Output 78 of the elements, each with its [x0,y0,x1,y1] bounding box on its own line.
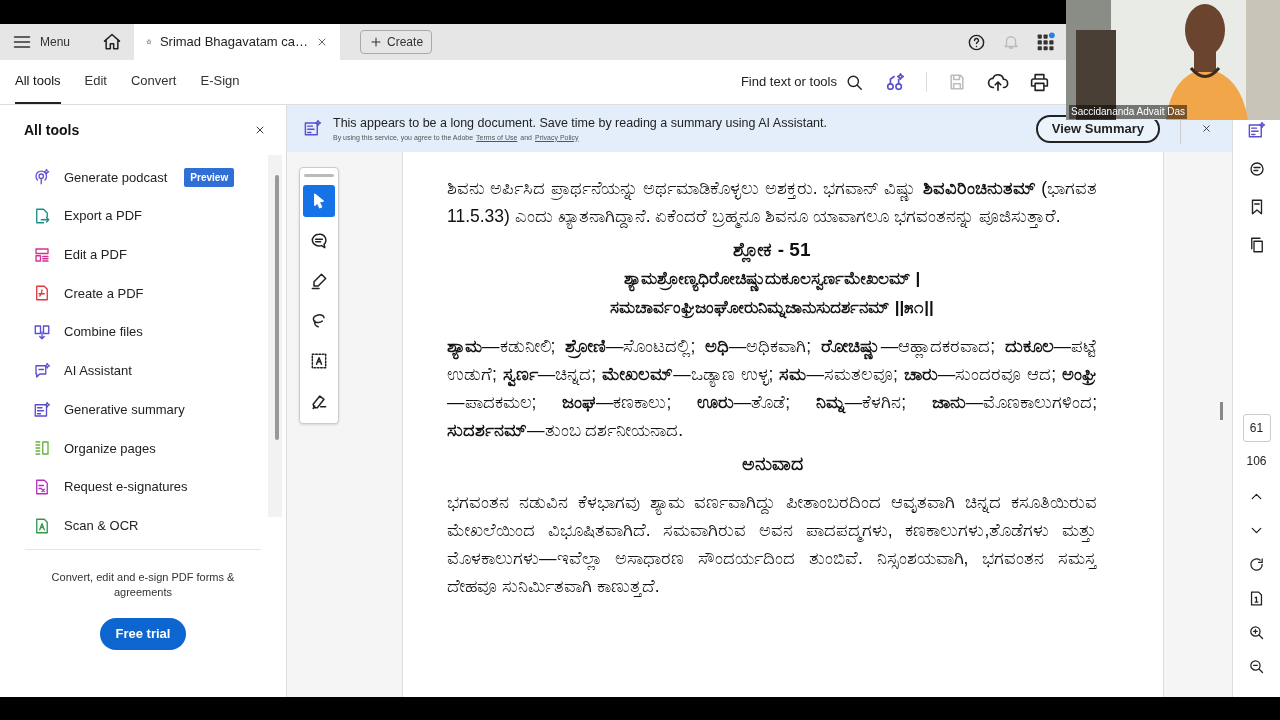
tool-item[interactable]: Generative summary [33,390,253,429]
tool-item[interactable]: Combine files [33,312,253,352]
signature-document-icon [33,477,51,496]
combine-icon [33,323,51,342]
page-number-field[interactable]: 61 [1242,414,1271,442]
tool-item[interactable]: Export a PDF [33,196,253,236]
home-icon [102,32,123,52]
verse-line: ಸಮಚಾರ್ವಂಘ್ರಿಜಂಘೋರುನಿಮ್ನಜಾನುಸುದರ್ಶನಮ್ ||೫೧|| [609,297,935,321]
toolbar-tab[interactable]: E-Sign [200,64,240,104]
tool-item[interactable]: Create a PDF [33,274,253,313]
rotate-icon [1248,556,1265,573]
body-paragraph: ಭಗವಂತನ ನಡುವಿನ ಕೆಳಭಾಗವು ಶ್ಯಾಮ ವರ್ಣವಾಗಿದ್ದು ಪೀತಾಂಬರದಿಂದ ಆವೃತವಾಗಿ ಚಿನ್ನದ ಕಸೂತಿಯಿರುವ ಮೇಖಲೆಯಿಂದ ವಿಭೂಷಿತವಾಗಿದೆ. ಸಮವಾಗಿರುವ ಅವನ ಪಾದಪದ್ಮಗಳು, ಕಣಕಾಲುಗಳು,ತೊಡೆಗಳು ಮತ್ತು ಮೊಳಕಾಲುಗಳು—ಇವೆಲ್ಲಾ ಅಸಾಧಾರಣ ಸೌಂದರ್ಯದಿಂದ ತುಂಬಿವೆ. ನಿಸ್ಸಂಶಯವಾಗಿ, ಭಗವಂತನ ಸಮಸ್ತ ದೇಹವೂ ಸುನಿರ್ಮಿತವಾಗಿ ಕಾಣುತ್ತದೆ. [447,491,1097,599]
close-button[interactable] [254,124,266,136]
scrollbar-thumb[interactable] [275,175,279,440]
body-paragraph: ಶಿವನು ಅರ್ಪಿಸಿದ ಪ್ರಾರ್ಥನೆಯನ್ನು ಅರ್ಥಮಾಡಿಕೊಳ್ಳಲು ಅಶಕ್ತರು. ಭಗವಾನ್ ವಿಷ್ಣು ಶಿವವಿರಿಂಚಿನುತಮ್ (ಭಾಗವತ 11.5.33) ಎಂದು ಖ್ಯಾತನಾಗಿದ್ದಾನೆ. ಏಕೆಂದರೆ ಬ್ರಹ್ಮನೂ ಶಿವನೂ ಯಾವಾಗಲೂ ಭಗವಂತನನ್ನು ಪೂಜಿಸುತ್ತಾರೆ. [447,174,1097,230]
summary-icon [303,119,322,138]
zoom-out-icon [1248,658,1265,675]
tool-item[interactable]: Edit a PDF [33,235,253,275]
plus-icon [369,35,384,49]
cloud-upload-icon [987,71,1009,93]
tool-item[interactable]: Organize pages [33,428,253,468]
tool-label: Export a PDF [64,207,143,226]
tab-title: Srimad Bhagavatam ca… [159,33,309,52]
section-heading: ಶ್ಲೋಕ - 51 [447,236,1097,264]
close-button[interactable] [1201,123,1212,134]
text-select-icon [309,351,329,371]
tool-label: Create a PDF [64,284,144,303]
panel-title: All tools [24,120,80,140]
pages-icon [33,439,51,458]
tool-item[interactable]: Scan & OCR [33,506,253,546]
find-button[interactable]: Find text or tools [740,72,864,92]
promo-text: Convert, edit and e-sign PDF forms & agreements [50,570,236,600]
page-count: 106 [1246,453,1267,470]
preview-badge: Preview [184,167,235,187]
apps-grid-icon[interactable] [1036,32,1056,52]
close-icon [1201,123,1212,134]
summary-icon [33,400,51,419]
export-icon [33,207,51,226]
banner-message: This appears to be a long document. Save time by reading a summary using AI Assistant. [333,114,827,132]
menu-button[interactable]: Menu [12,32,71,52]
free-trial-button[interactable]: Free trial [100,618,186,650]
tool-label: Scan & OCR [64,516,139,535]
help-icon [967,32,986,52]
bell-icon [1002,33,1020,51]
tool-label: Generate podcast [64,168,168,187]
comment-icon [1247,160,1266,178]
tool-label: Request e-signatures [64,478,188,497]
summary-icon [1247,121,1266,140]
tool-label: Edit a PDF [64,246,127,264]
scan-document-icon [33,516,51,535]
toolbar-tab[interactable]: Edit [84,64,107,104]
verse-line: ಶ್ಯಾಮಶ್ರೋಣ್ಯಧಿರೋಚಿಷ್ಣುದುಕೂಲಸ್ವರ್ಣಮೇಖಲಮ್ | [447,264,1097,293]
comment-icon [309,231,329,251]
tool-item[interactable]: Request e-signatures [33,467,253,507]
create-button[interactable]: Create [360,30,433,54]
tool-label: Combine files [64,323,143,342]
chat-sparkle-icon [33,361,51,380]
tool-label: Organize pages [64,439,156,458]
toolbar-tab[interactable]: Convert [130,64,177,104]
tool-item[interactable]: AI Assistant [33,351,253,391]
document-tab[interactable]: Srimad Bhagavatam ca… [134,24,341,60]
section-heading: ಅನುವಾದ [740,452,804,476]
fit-page-icon [1248,590,1265,607]
body-paragraph: ಶ್ಯಾಮ—ಕಡುನೀಲಿ; ಶ್ರೋಣಿ—ಸೊಂಟದಲ್ಲಿ; ಅಧಿ—ಅಧಿಕವಾಗಿ; ರೋಚಿಷ್ಣು—ಆಹ್ಲಾದಕರವಾದ; ದುಕೂಲ—ಪಟ್ಟೆ ಉಡುಗೆ; ಸ್ವರ್ಣ—ಚಿನ್ನದ; ಮೇಖಲಮ್—ಒಡ್ಯಾಣ ಉಳ್ಳ; ಸಮ—ಸಮತಲವೂ; ಚಾರು—ಸುಂದರವೂ ಆದ; ಅಂಘ್ರಿ—ಪಾದಕಮಲ; ಜಂಘ—ಕಣಕಾಲು; ಊರು—ತೊಡೆ; ನಿಮ್ನ—ಕೆಳಗಿನ; ಜಾನು—ಮೊಣಕಾಲುಗಳಿಂದ; ಸುದರ್ಶನಮ್—ತುಂಬ ದರ್ಶನೀಯನಾದ. [447,335,1097,442]
close-icon [254,124,266,136]
search-icon [845,72,864,92]
document-icon [33,284,51,303]
tool-item[interactable]: Generate podcast Preview [33,158,253,197]
podcast-icon [33,168,51,187]
layout-icon [33,245,51,264]
zoom-in-icon [1248,624,1265,641]
participant-name: Saccidananda Advait Das [1069,105,1187,119]
highlighter-icon [309,271,329,291]
print-icon [1029,71,1050,93]
tool-label: Generative summary [64,400,185,419]
scroll-marker[interactable] [1220,402,1223,420]
tool-label: AI Assistant [64,362,132,381]
ai-tools-icon [884,71,906,93]
